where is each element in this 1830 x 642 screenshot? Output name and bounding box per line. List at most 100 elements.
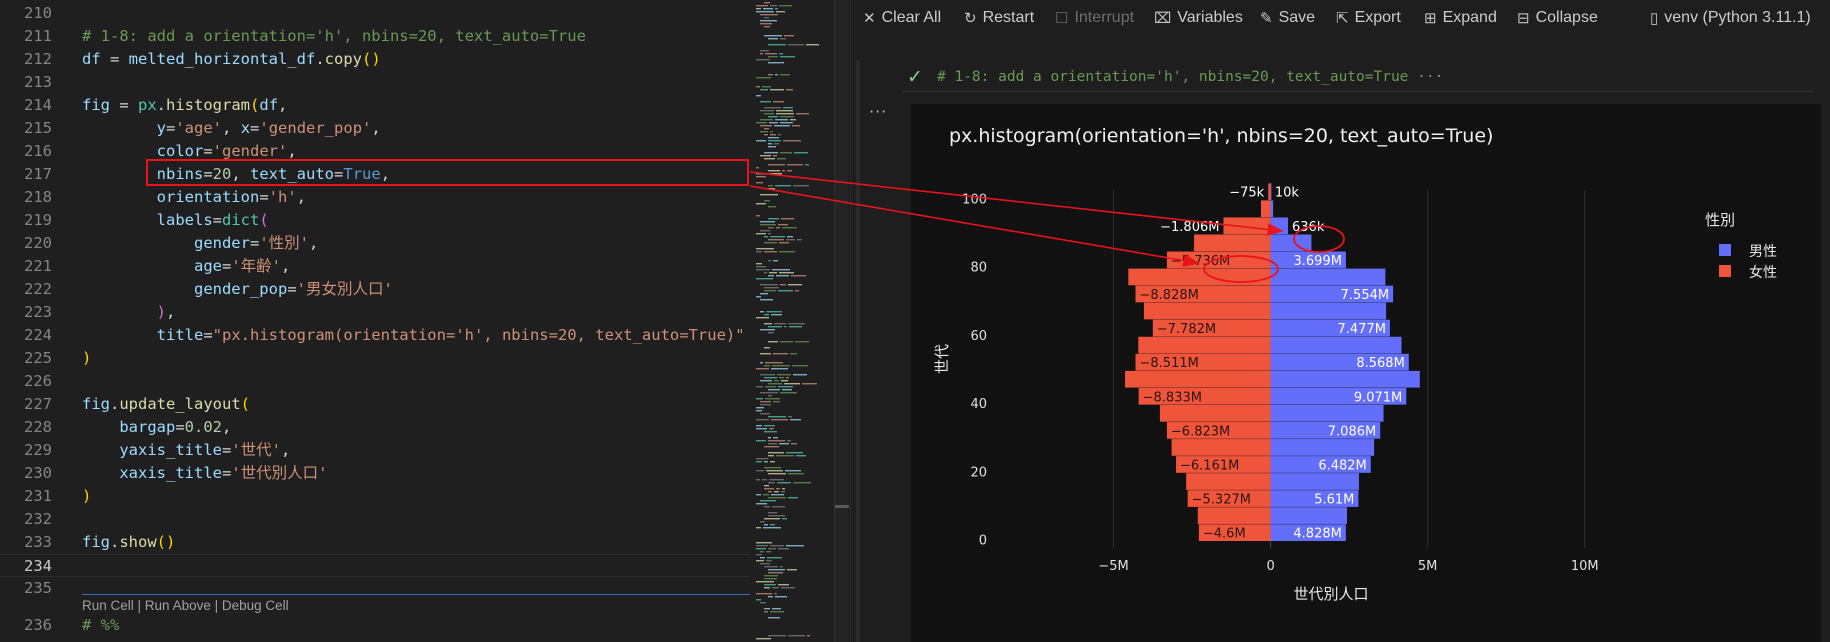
- clear-all-button[interactable]: ✕ Clear All: [863, 7, 941, 29]
- run-above-link[interactable]: Run Above: [145, 598, 211, 613]
- save-button[interactable]: ✎ Save: [1260, 7, 1315, 29]
- debug-cell-link[interactable]: Debug Cell: [222, 598, 289, 613]
- code-line[interactable]: 222 gender_pop='男女別人口': [0, 278, 750, 301]
- code-line[interactable]: 229 yaxis_title='世代',: [0, 439, 750, 462]
- minimap-line: [756, 461, 762, 463]
- code-line[interactable]: 235: [0, 577, 750, 600]
- code-line[interactable]: 226: [0, 370, 750, 393]
- minimap[interactable]: [750, 0, 832, 642]
- code-line[interactable]: 231): [0, 485, 750, 508]
- code-token: 'age': [175, 119, 223, 137]
- minimap-line: [778, 134, 781, 136]
- code-line[interactable]: 218 orientation='h',: [0, 186, 750, 209]
- code-token: title: [156, 326, 204, 344]
- cell-more-actions-button[interactable]: ···: [869, 102, 887, 121]
- minimap-line: [756, 176, 766, 178]
- expand-label: Expand: [1442, 9, 1497, 26]
- minimap-line: [779, 377, 784, 379]
- minimap-line: [782, 488, 785, 490]
- minimap-line: [769, 122, 778, 124]
- run-cell-link[interactable]: Run Cell: [82, 598, 134, 613]
- code-line[interactable]: 210: [0, 2, 750, 25]
- code-token: copy: [324, 50, 362, 68]
- variables-button[interactable]: ⌧ Variables: [1154, 7, 1243, 29]
- code-line[interactable]: 219 labels=dict(: [0, 209, 750, 232]
- code-line[interactable]: 233 fig.show(): [0, 531, 750, 554]
- vertical-scrollbar[interactable]: [834, 0, 849, 642]
- code-token: ,: [222, 119, 241, 137]
- code-token: ,: [281, 441, 291, 459]
- cell-divider: [82, 594, 750, 595]
- code-line[interactable]: 228 bargap=0.02,: [0, 416, 750, 439]
- minimap-line: [760, 50, 769, 52]
- code-editor[interactable]: 210 211 # 1-8: add a orientation='h', nbin…: [0, 0, 750, 642]
- minimap-line: [782, 518, 787, 520]
- minimap-line: [780, 116, 794, 118]
- minimap-line: [773, 155, 777, 157]
- minimap-line: [760, 380, 772, 382]
- minimap-line: [780, 341, 793, 343]
- minimap-line: [756, 278, 773, 280]
- minimap-line: [768, 260, 771, 262]
- y-tick-label: 20: [970, 465, 987, 480]
- code-line[interactable]: 225): [0, 347, 750, 370]
- code-token: y: [156, 119, 166, 137]
- minimap-line: [764, 242, 777, 244]
- code-line[interactable]: 230 xaxis_title='世代別人口': [0, 462, 750, 485]
- collapse-icon: ⊟: [1517, 9, 1530, 27]
- minimap-line: [764, 323, 772, 325]
- code-text: ),: [82, 301, 176, 324]
- population-pyramid-chart[interactable]: px.histogram(orientation='h', nbins=20, …: [911, 104, 1821, 642]
- minimap-line: [764, 518, 780, 520]
- minimap-line: [770, 236, 785, 238]
- bar-data-label: −8.828M: [1140, 288, 1199, 303]
- code-line[interactable]: 214 fig = px.histogram(df,: [0, 94, 750, 117]
- export-button[interactable]: ⇱ Export: [1336, 7, 1401, 29]
- minimap-line: [764, 128, 769, 130]
- code-line[interactable]: 236 # %%: [0, 614, 750, 637]
- code-token: ,: [371, 119, 381, 137]
- code-token: ,: [296, 188, 306, 206]
- collapse-button[interactable]: ⊟ Collapse: [1517, 7, 1598, 29]
- minimap-line: [760, 521, 765, 523]
- code-line[interactable]: 221 age='年齢',: [0, 255, 750, 278]
- code-line[interactable]: 215 y='age', x='gender_pop',: [0, 117, 750, 140]
- y-tick-label: 80: [970, 261, 987, 276]
- code-line[interactable]: 234: [0, 554, 750, 577]
- minimap-line: [783, 107, 793, 109]
- minimap-line: [756, 173, 768, 175]
- expand-button[interactable]: ⊞ Expand: [1424, 7, 1497, 29]
- minimap-line: [790, 119, 796, 121]
- minimap-line: [787, 569, 797, 571]
- code-line[interactable]: 224 title="px.histogram(orientation='h',…: [0, 324, 750, 347]
- minimap-line: [784, 35, 794, 37]
- minimap-line: [780, 38, 786, 40]
- minimap-line: [760, 194, 778, 196]
- minimap-line: [768, 326, 782, 328]
- code-token: ,: [281, 257, 291, 275]
- code-line[interactable]: 227 fig.update_layout(: [0, 393, 750, 416]
- legend-swatch: [1719, 265, 1731, 277]
- code-line[interactable]: 223 ),: [0, 301, 750, 324]
- cell-expand-ellipsis[interactable]: ···: [1417, 69, 1443, 85]
- code-line[interactable]: 212 df = melted_horizontal_df.copy(): [0, 48, 750, 71]
- restart-button[interactable]: ↻ Restart: [964, 7, 1034, 29]
- minimap-line: [766, 311, 782, 313]
- line-number: 226: [24, 372, 52, 390]
- plot-output[interactable]: px.histogram(orientation='h', nbins=20, …: [911, 104, 1821, 642]
- minimap-line: [788, 497, 798, 499]
- code-line[interactable]: 220 gender='性別',: [0, 232, 750, 255]
- interrupt-button[interactable]: ☐ Interrupt: [1055, 7, 1134, 29]
- code-line[interactable]: 211 # 1-8: add a orientation='h', nbins=2…: [0, 25, 750, 48]
- minimap-line: [802, 383, 817, 385]
- bar-female: [1194, 234, 1271, 252]
- minimap-line: [756, 296, 761, 298]
- kernel-picker[interactable]: ▯ venv (Python 3.11.1): [1650, 7, 1811, 29]
- code-text: y='age', x='gender_pop',: [82, 117, 381, 140]
- cell-summary[interactable]: # 1-8: add a orientation='h', nbins=20, …: [937, 62, 1443, 92]
- minimap-line: [767, 557, 782, 559]
- code-line[interactable]: 213: [0, 71, 750, 94]
- minimap-line: [790, 353, 797, 355]
- code-line[interactable]: 232: [0, 508, 750, 531]
- scrollbar-thumb[interactable]: [835, 505, 849, 508]
